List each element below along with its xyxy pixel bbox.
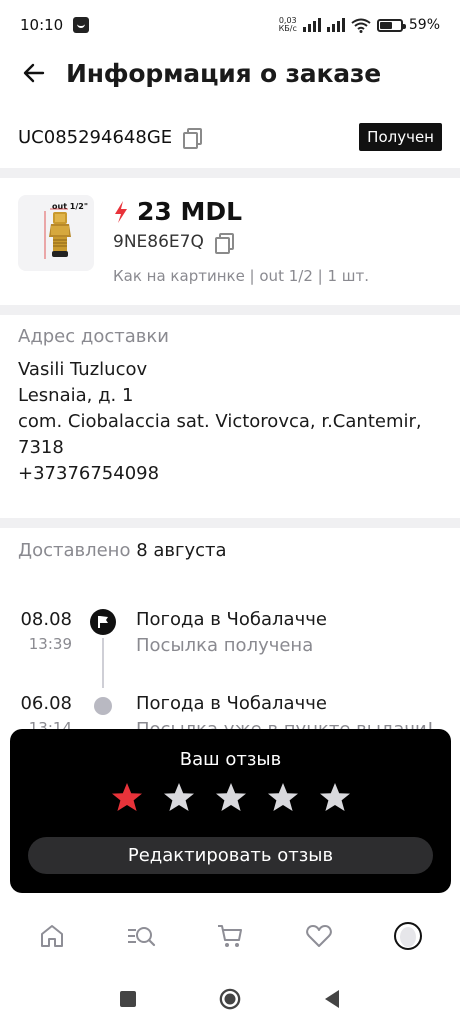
divider (0, 168, 460, 178)
home-system-button[interactable] (219, 988, 241, 1010)
star-empty-icon[interactable] (162, 781, 196, 815)
battery-icon (376, 18, 406, 32)
edit-review-button[interactable]: Редактировать отзыв (28, 837, 433, 874)
divider (0, 305, 460, 315)
address-label: Адрес доставки (18, 326, 169, 347)
lightning-icon (115, 200, 127, 223)
recipient-phone: +37376754098 (18, 463, 160, 484)
status-icons: 0,03 КБ/с 59% (279, 17, 440, 34)
delivery-address: Адрес доставки Vasili Tuzlucov Lesnaia, … (18, 326, 443, 487)
app-header: Информация о заказе (0, 50, 460, 96)
delivery-status: Доставлено 8 августа (18, 540, 443, 561)
price-row: 23 MDL (113, 197, 242, 226)
status-bar: 10:10 0,03 КБ/с 59% (0, 0, 460, 50)
address-postcode: 7318 (18, 437, 64, 458)
cart-icon (217, 925, 242, 947)
order-id-row: UC085294648GE Получен (0, 117, 460, 157)
event-place: Погода в Чобалачче (136, 609, 327, 630)
star-empty-icon[interactable] (318, 781, 352, 815)
product-price: 23 MDL (137, 197, 243, 226)
flag-icon (90, 609, 116, 635)
bottom-tab-bar (0, 898, 460, 974)
recipient-name: Vasili Tuzlucov (18, 359, 148, 380)
battery-percent: 59% (408, 17, 440, 33)
address-street: Lesnaia, д. 1 (18, 385, 134, 406)
order-id: UC085294648GE (18, 126, 173, 148)
search-icon (128, 927, 156, 947)
brass-fitting-image (44, 208, 71, 259)
copy-icon[interactable] (182, 127, 203, 149)
divider (0, 518, 460, 528)
delivery-date: 8 августа (136, 540, 227, 561)
tab-catalog-search[interactable] (119, 914, 163, 958)
event-time: 13:39 (28, 635, 72, 653)
circle-icon (219, 988, 241, 1010)
profile-avatar (393, 922, 422, 950)
back-system-button[interactable] (321, 988, 343, 1010)
timeline-dot (94, 697, 112, 715)
product-sku: 9NE86E7Q (113, 232, 204, 252)
event-date: 08.08 (20, 609, 72, 630)
triangle-back-icon (325, 990, 339, 1008)
status-badge: Получен (359, 123, 442, 151)
home-icon (41, 925, 64, 947)
star-empty-icon[interactable] (214, 781, 248, 815)
signal-icon-2 (326, 18, 345, 32)
review-title: Ваш отзыв (179, 749, 282, 770)
product-image[interactable]: out 1/2" (18, 195, 94, 271)
heart-icon (305, 925, 332, 947)
network-speed-unit: КБ/с (278, 24, 297, 33)
product-variant: Как на картинке | out 1/2 | 1 шт. (113, 267, 369, 285)
back-button[interactable] (18, 57, 50, 89)
star-empty-icon[interactable] (266, 781, 300, 815)
tab-cart[interactable] (208, 914, 252, 958)
clock: 10:10 (20, 16, 64, 34)
system-nav-bar (0, 974, 460, 1024)
star-filled-icon[interactable] (110, 781, 144, 815)
tab-home[interactable] (30, 914, 74, 958)
notification-icon (73, 17, 90, 33)
signal-icon (302, 18, 321, 32)
product-card[interactable]: out 1/2" 23 MDL 9NE86E7Q Как на картинке… (0, 185, 460, 295)
recents-button[interactable] (117, 988, 139, 1010)
event-status: Посылка получена (136, 635, 314, 656)
event-place: Погода в Чобалачче (136, 693, 327, 714)
star-rating[interactable] (10, 781, 451, 815)
tab-favorites[interactable] (297, 914, 341, 958)
event-date: 06.08 (20, 693, 72, 714)
copy-sku-icon[interactable] (214, 232, 234, 254)
timeline-event: 08.08 13:39 Погода в Чобалачче Посылка п… (0, 609, 460, 679)
review-panel: Ваш отзыв Редактировать отзыв (10, 729, 451, 893)
delivery-label: Доставлено (18, 540, 131, 561)
square-icon (120, 991, 136, 1007)
wifi-icon (351, 18, 371, 33)
sku-row: 9NE86E7Q (113, 232, 234, 254)
page-title: Информация о заказе (66, 58, 381, 88)
address-locality: com. Ciobalaccia sat. Victorovca, r.Cant… (18, 411, 422, 432)
network-speed: 0,03 КБ/с (279, 17, 297, 33)
back-arrow-icon (23, 63, 45, 83)
tab-profile[interactable] (386, 914, 430, 958)
